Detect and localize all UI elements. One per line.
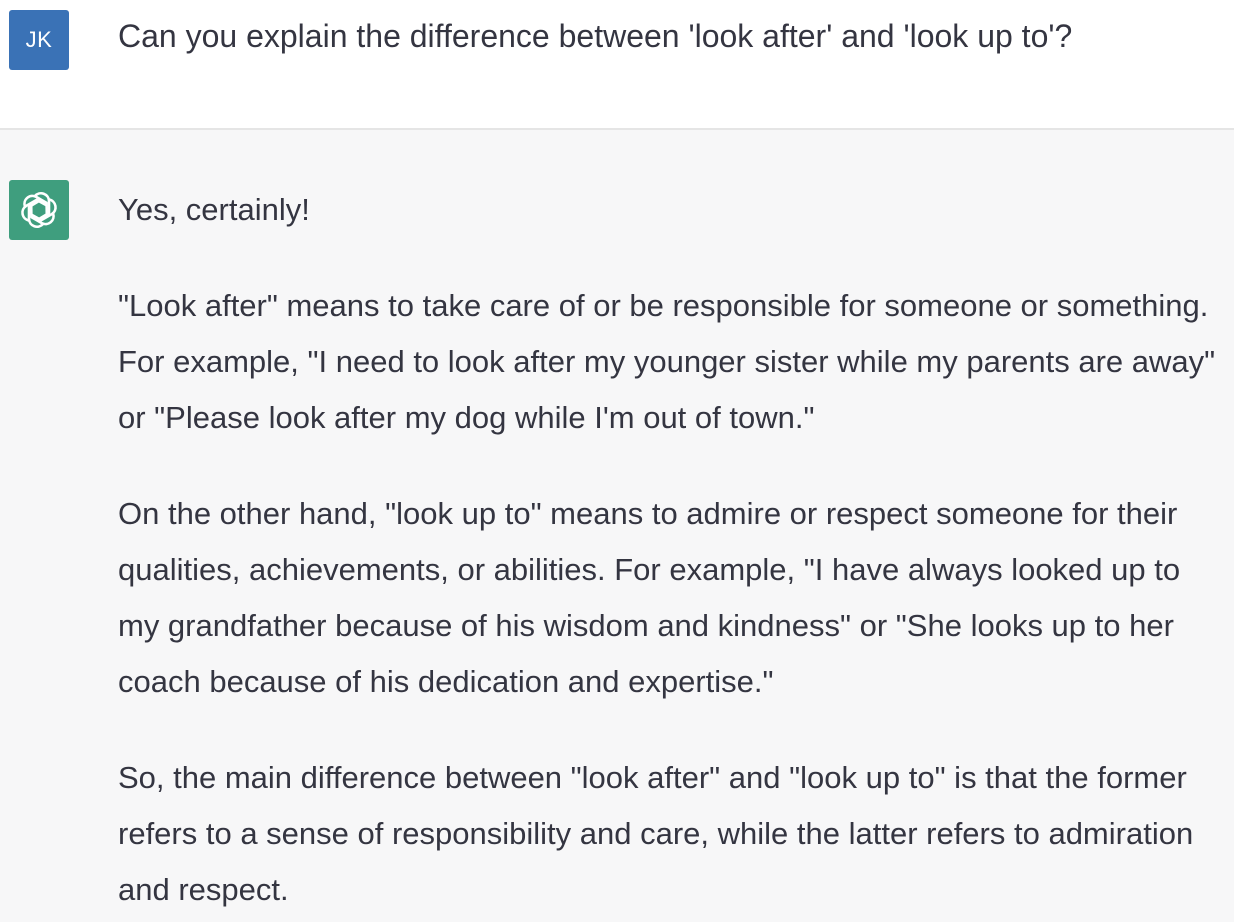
assistant-avatar [9,180,69,240]
assistant-paragraph: So, the main difference between "look af… [118,760,1194,907]
assistant-message-row: Yes, certainly! "Look after" means to ta… [0,130,1234,922]
assistant-paragraph: "Look after" means to take care of or be… [118,288,1216,435]
user-avatar: JK [9,10,69,70]
openai-logo-icon [21,192,57,228]
user-message-row: JK Can you explain the difference betwee… [0,0,1234,130]
user-message-text: Can you explain the difference between '… [118,18,1073,54]
user-avatar-initials: JK [25,27,53,52]
assistant-paragraph: On the other hand, "look up to" means to… [118,496,1181,699]
assistant-paragraph: Yes, certainly! [118,192,310,227]
assistant-message-content: Yes, certainly! "Look after" means to ta… [118,182,1230,918]
